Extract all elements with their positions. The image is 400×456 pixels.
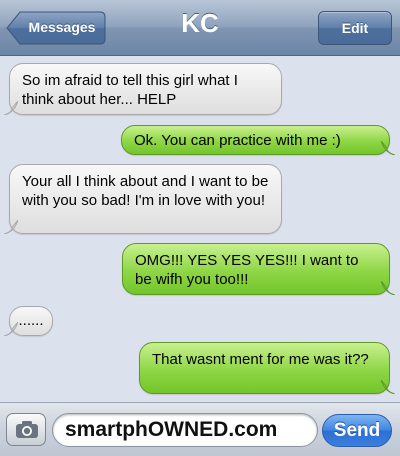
bubble-tail <box>4 322 18 336</box>
camera-button[interactable] <box>6 413 46 446</box>
send-button[interactable]: Send <box>322 414 392 447</box>
message-bubble: ...... <box>4 306 53 336</box>
bubble-tail <box>381 281 395 295</box>
message-bubble: So im afraid to tell this girl what I th… <box>4 63 282 115</box>
message-bubble: That wasnt ment for me was it?? <box>139 342 395 394</box>
message-text-field[interactable]: smartphOWNED.com <box>52 413 318 447</box>
message-text: ...... <box>18 312 44 329</box>
message-bubble: Ok. You can practice with me :) <box>121 125 395 155</box>
navigation-bar: Messages KC Edit <box>0 0 400 56</box>
bubble-tail <box>4 101 18 115</box>
edit-button[interactable]: Edit <box>318 11 392 45</box>
bubble-tail <box>381 141 395 155</box>
message-bubble: Your all I think about and I want to be … <box>4 164 282 234</box>
message-text: OMG!!! YES YES YES!!! I want to be wifh … <box>135 252 359 288</box>
message-text: That wasnt ment for me was it?? <box>152 351 369 368</box>
message-text: Your all I think about and I want to be … <box>22 173 269 209</box>
message-text: Ok. You can practice with me :) <box>134 132 341 149</box>
message-bubble: OMG!!! YES YES YES!!! I want to be wifh … <box>122 243 395 295</box>
camera-icon <box>16 421 38 438</box>
message-text: So im afraid to tell this girl what I th… <box>22 72 238 108</box>
imessage-screen: Messages KC Edit So im afraid to tell th… <box>0 0 400 456</box>
message-list: So im afraid to tell this girl what I th… <box>0 56 400 402</box>
message-input-bar: smartphOWNED.com Send <box>0 402 400 456</box>
bubble-tail <box>4 220 18 234</box>
bubble-tail <box>381 380 395 394</box>
